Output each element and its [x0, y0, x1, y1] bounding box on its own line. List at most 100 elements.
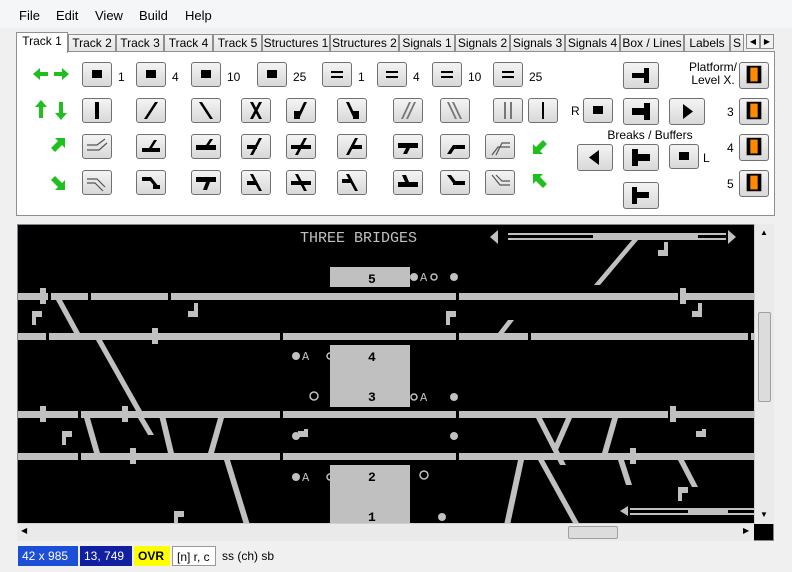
menu-help[interactable]: Help	[185, 8, 212, 23]
platform-2-label: 2	[368, 470, 376, 485]
vertical-scroll-thumb[interactable]	[758, 312, 771, 402]
straight-track-25-button[interactable]	[257, 62, 287, 87]
double-track-4-button[interactable]	[377, 62, 407, 87]
platform-3-label: 3	[368, 390, 376, 405]
points-diag-left-cross-2-button[interactable]	[286, 170, 316, 195]
tab-signals-3[interactable]: Signals 3	[510, 34, 565, 52]
length-4-label: 4	[172, 70, 179, 84]
double-track-1-button[interactable]	[322, 62, 352, 87]
tab-track-4[interactable]: Track 4	[164, 34, 213, 52]
points-left-up-2-button[interactable]	[440, 170, 470, 195]
arrow-up-left-icon	[527, 170, 567, 194]
scroll-up-icon[interactable]: ▲	[760, 228, 768, 237]
platform-level-4-button[interactable]	[739, 134, 769, 161]
points-diag-right-button[interactable]	[286, 98, 316, 123]
points-diag-left-cross-3-button[interactable]	[337, 170, 367, 195]
tab-track-5[interactable]: Track 5	[213, 34, 262, 52]
level-3-label: 3	[727, 105, 734, 119]
straight-track-1-button[interactable]	[82, 62, 112, 87]
scroll-left-icon[interactable]: ◀	[21, 526, 27, 535]
tab-structures-1[interactable]: Structures 1	[262, 34, 330, 52]
curve-lines-2-button[interactable]	[485, 134, 515, 159]
canvas-horizontal-scrollbar[interactable]: ◀ ▶	[17, 523, 754, 541]
status-mode: OVR	[134, 546, 170, 566]
signal-a-label: A	[420, 271, 428, 285]
curve-lines-button[interactable]	[82, 134, 112, 159]
parallel-vertical-button[interactable]	[493, 98, 523, 123]
scroll-down-icon[interactable]: ▼	[760, 510, 768, 519]
signal-a-label: A	[420, 391, 428, 405]
canvas-vertical-scrollbar[interactable]: ▲ ▼	[754, 224, 774, 524]
railway-layout-canvas[interactable]: THREE BRIDGES 5 4 3 2 1 A A A A	[17, 224, 774, 541]
menu-file[interactable]: File	[19, 8, 40, 23]
points-diag-left-button[interactable]	[337, 98, 367, 123]
length-25-label: 25	[293, 70, 307, 84]
scroll-right-icon[interactable]: ▶	[743, 526, 749, 535]
points-left-down-2-button[interactable]	[440, 134, 470, 159]
tab-track-2[interactable]: Track 2	[68, 34, 116, 52]
tab-signals-4[interactable]: Signals 4	[565, 34, 620, 52]
points-diag-cross-3-button[interactable]	[337, 134, 367, 159]
platform-4-label: 4	[368, 350, 376, 365]
points-diag-left-cross-button[interactable]	[241, 170, 271, 195]
tab-scroll-right[interactable]: ▶	[760, 34, 774, 49]
double-track-10-button[interactable]	[432, 62, 462, 87]
tab-box-lines[interactable]: Box / Lines	[620, 34, 684, 52]
points-right-down-2-button[interactable]	[191, 170, 221, 195]
points-left-down-button[interactable]	[393, 134, 423, 159]
tab-signals-2[interactable]: Signals 2	[455, 34, 510, 52]
arrow-down-left-icon	[527, 134, 567, 158]
break-arrow-left-button[interactable]	[577, 144, 613, 171]
curve-lines-3-button[interactable]	[82, 170, 112, 195]
points-left-up-button[interactable]	[393, 170, 423, 195]
points-right-up-2-button[interactable]	[191, 134, 221, 159]
platform-level-3-button[interactable]	[739, 98, 769, 125]
buffer-stop-left-button[interactable]	[623, 144, 659, 171]
platform-level-5-button[interactable]	[739, 170, 769, 197]
points-right-up-button[interactable]	[136, 134, 166, 159]
tab-signals-1[interactable]: Signals 1	[399, 34, 455, 52]
tab-s[interactable]: S	[730, 34, 744, 52]
status-keys: ss (ch) sb	[222, 549, 275, 563]
buffer-stop-right-2-button[interactable]	[623, 98, 659, 125]
parallel-diag-right-button[interactable]	[393, 98, 423, 123]
menu-build[interactable]: Build	[139, 8, 168, 23]
diagonal-right-button[interactable]	[136, 98, 166, 123]
arrow-up-down-icon	[31, 98, 71, 122]
straight-track-4-button[interactable]	[136, 62, 166, 87]
points-right-down-button[interactable]	[136, 170, 166, 195]
signal-a-label: A	[302, 471, 310, 485]
breaks-buffers-label: Breaks / Buffers	[607, 128, 693, 142]
buffer-stop-right-button[interactable]	[623, 62, 659, 89]
menu-edit[interactable]: Edit	[56, 8, 78, 23]
tab-labels[interactable]: Labels	[684, 34, 730, 52]
buffer-stop-left-2-button[interactable]	[623, 182, 659, 209]
tab-track-3[interactable]: Track 3	[116, 34, 164, 52]
break-r-button[interactable]	[583, 98, 613, 123]
tab-track-1[interactable]: Track 1	[16, 32, 68, 53]
menu-view[interactable]: View	[95, 8, 123, 23]
track-palette: 1 4 10 25 1 4 10 25 Platform/ Level X. R…	[16, 51, 775, 216]
status-size: 42 x 985	[18, 546, 78, 566]
length-1-label: 1	[118, 70, 125, 84]
horizontal-scroll-thumb[interactable]	[568, 526, 618, 539]
double-track-25-button[interactable]	[493, 62, 523, 87]
tab-structures-2[interactable]: Structures 2	[330, 34, 399, 52]
double-length-1-label: 1	[358, 70, 365, 84]
diagonal-left-button[interactable]	[191, 98, 221, 123]
vertical-track-button[interactable]	[82, 98, 112, 123]
double-length-10-label: 10	[468, 70, 482, 84]
double-length-4-label: 4	[413, 70, 420, 84]
break-arrow-right-button[interactable]	[669, 98, 705, 125]
parallel-diag-left-button[interactable]	[440, 98, 470, 123]
crossing-x-button[interactable]	[241, 98, 271, 123]
straight-track-10-button[interactable]	[191, 62, 221, 87]
break-l-button[interactable]	[669, 144, 699, 169]
curve-lines-4-button[interactable]	[485, 170, 515, 195]
platform-level-x-button[interactable]	[739, 62, 769, 89]
status-bar: 42 x 985 13, 749 OVR [n] r, c ss (ch) sb	[0, 546, 792, 572]
tab-scroll-left[interactable]: ◀	[746, 34, 760, 49]
thin-vertical-button[interactable]	[528, 98, 558, 123]
points-diag-cross-button[interactable]	[241, 134, 271, 159]
points-diag-cross-2-button[interactable]	[286, 134, 316, 159]
